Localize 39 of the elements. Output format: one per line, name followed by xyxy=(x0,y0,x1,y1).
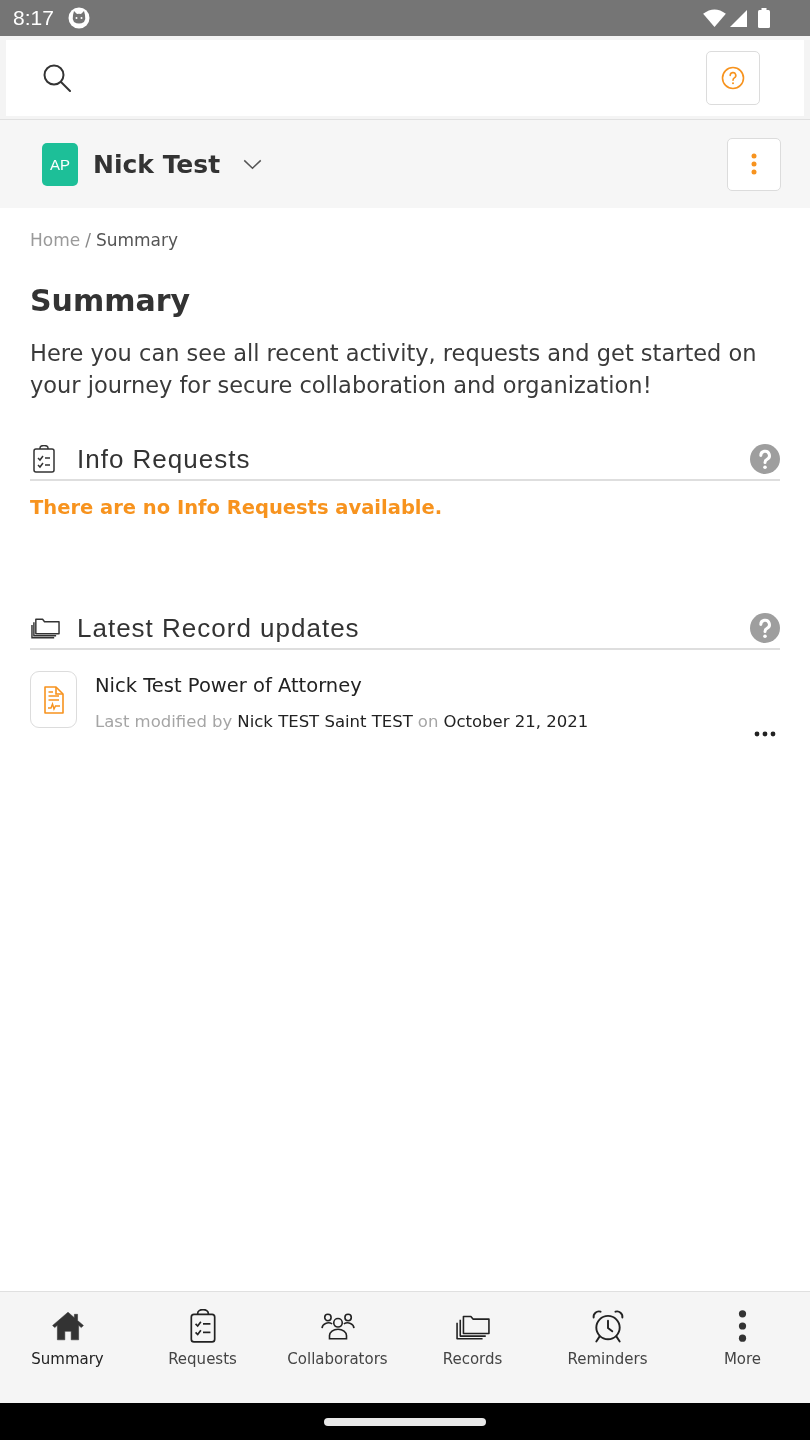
chevron-down-icon[interactable] xyxy=(243,158,263,170)
clipboard-icon xyxy=(33,445,55,473)
nav-tab[interactable]: Collaborators xyxy=(270,1292,405,1403)
document-icon xyxy=(30,671,77,728)
more-dots-icon[interactable] xyxy=(754,731,776,737)
vertical-dots-icon xyxy=(738,1309,747,1343)
empty-message: There are no Info Requests available. xyxy=(30,496,443,519)
breadcrumb-separator: / xyxy=(85,230,91,250)
modified-label: Last modified by xyxy=(95,711,233,733)
page-description: Here you can see all recent activity, requests and get started on your journey for secure collaboration and organization! xyxy=(30,339,758,400)
clock-time: 8:17 xyxy=(13,6,54,30)
battery-icon xyxy=(758,8,770,28)
help-icon[interactable] xyxy=(750,613,780,643)
house-icon xyxy=(50,1309,85,1343)
section-title: Latest Record updates xyxy=(77,612,360,644)
cat-face-icon xyxy=(67,7,90,29)
search-icon[interactable] xyxy=(43,64,71,92)
modified-by-name: Nick TEST Saint TEST xyxy=(237,711,413,733)
home-indicator[interactable] xyxy=(324,1417,486,1426)
wifi-icon xyxy=(703,9,726,27)
nav-tab[interactable]: More xyxy=(675,1292,810,1403)
folders-icon xyxy=(31,617,60,639)
nav-tab[interactable]: Reminders xyxy=(540,1292,675,1403)
date-label: on xyxy=(417,711,439,733)
alarm-clock-icon xyxy=(590,1309,625,1343)
page-title: Summary xyxy=(30,282,192,320)
breadcrumb-current: Summary xyxy=(95,230,179,250)
modified-date: October 21, 2021 xyxy=(443,711,589,733)
vertical-dots-icon xyxy=(751,153,757,175)
question-circle-icon xyxy=(721,66,745,90)
nav-tab[interactable]: Requests xyxy=(135,1292,270,1403)
help-icon[interactable] xyxy=(750,444,780,474)
account-avatar: AP xyxy=(42,142,78,186)
nav-tab[interactable]: Records xyxy=(405,1292,540,1403)
signal-icon xyxy=(730,9,747,27)
nav-tab[interactable]: Summary xyxy=(0,1292,135,1403)
section-title: Info Requests xyxy=(77,443,251,475)
record-title[interactable]: Nick Test Power of Attorney xyxy=(95,674,362,698)
account-name[interactable]: Nick Test xyxy=(93,149,221,179)
